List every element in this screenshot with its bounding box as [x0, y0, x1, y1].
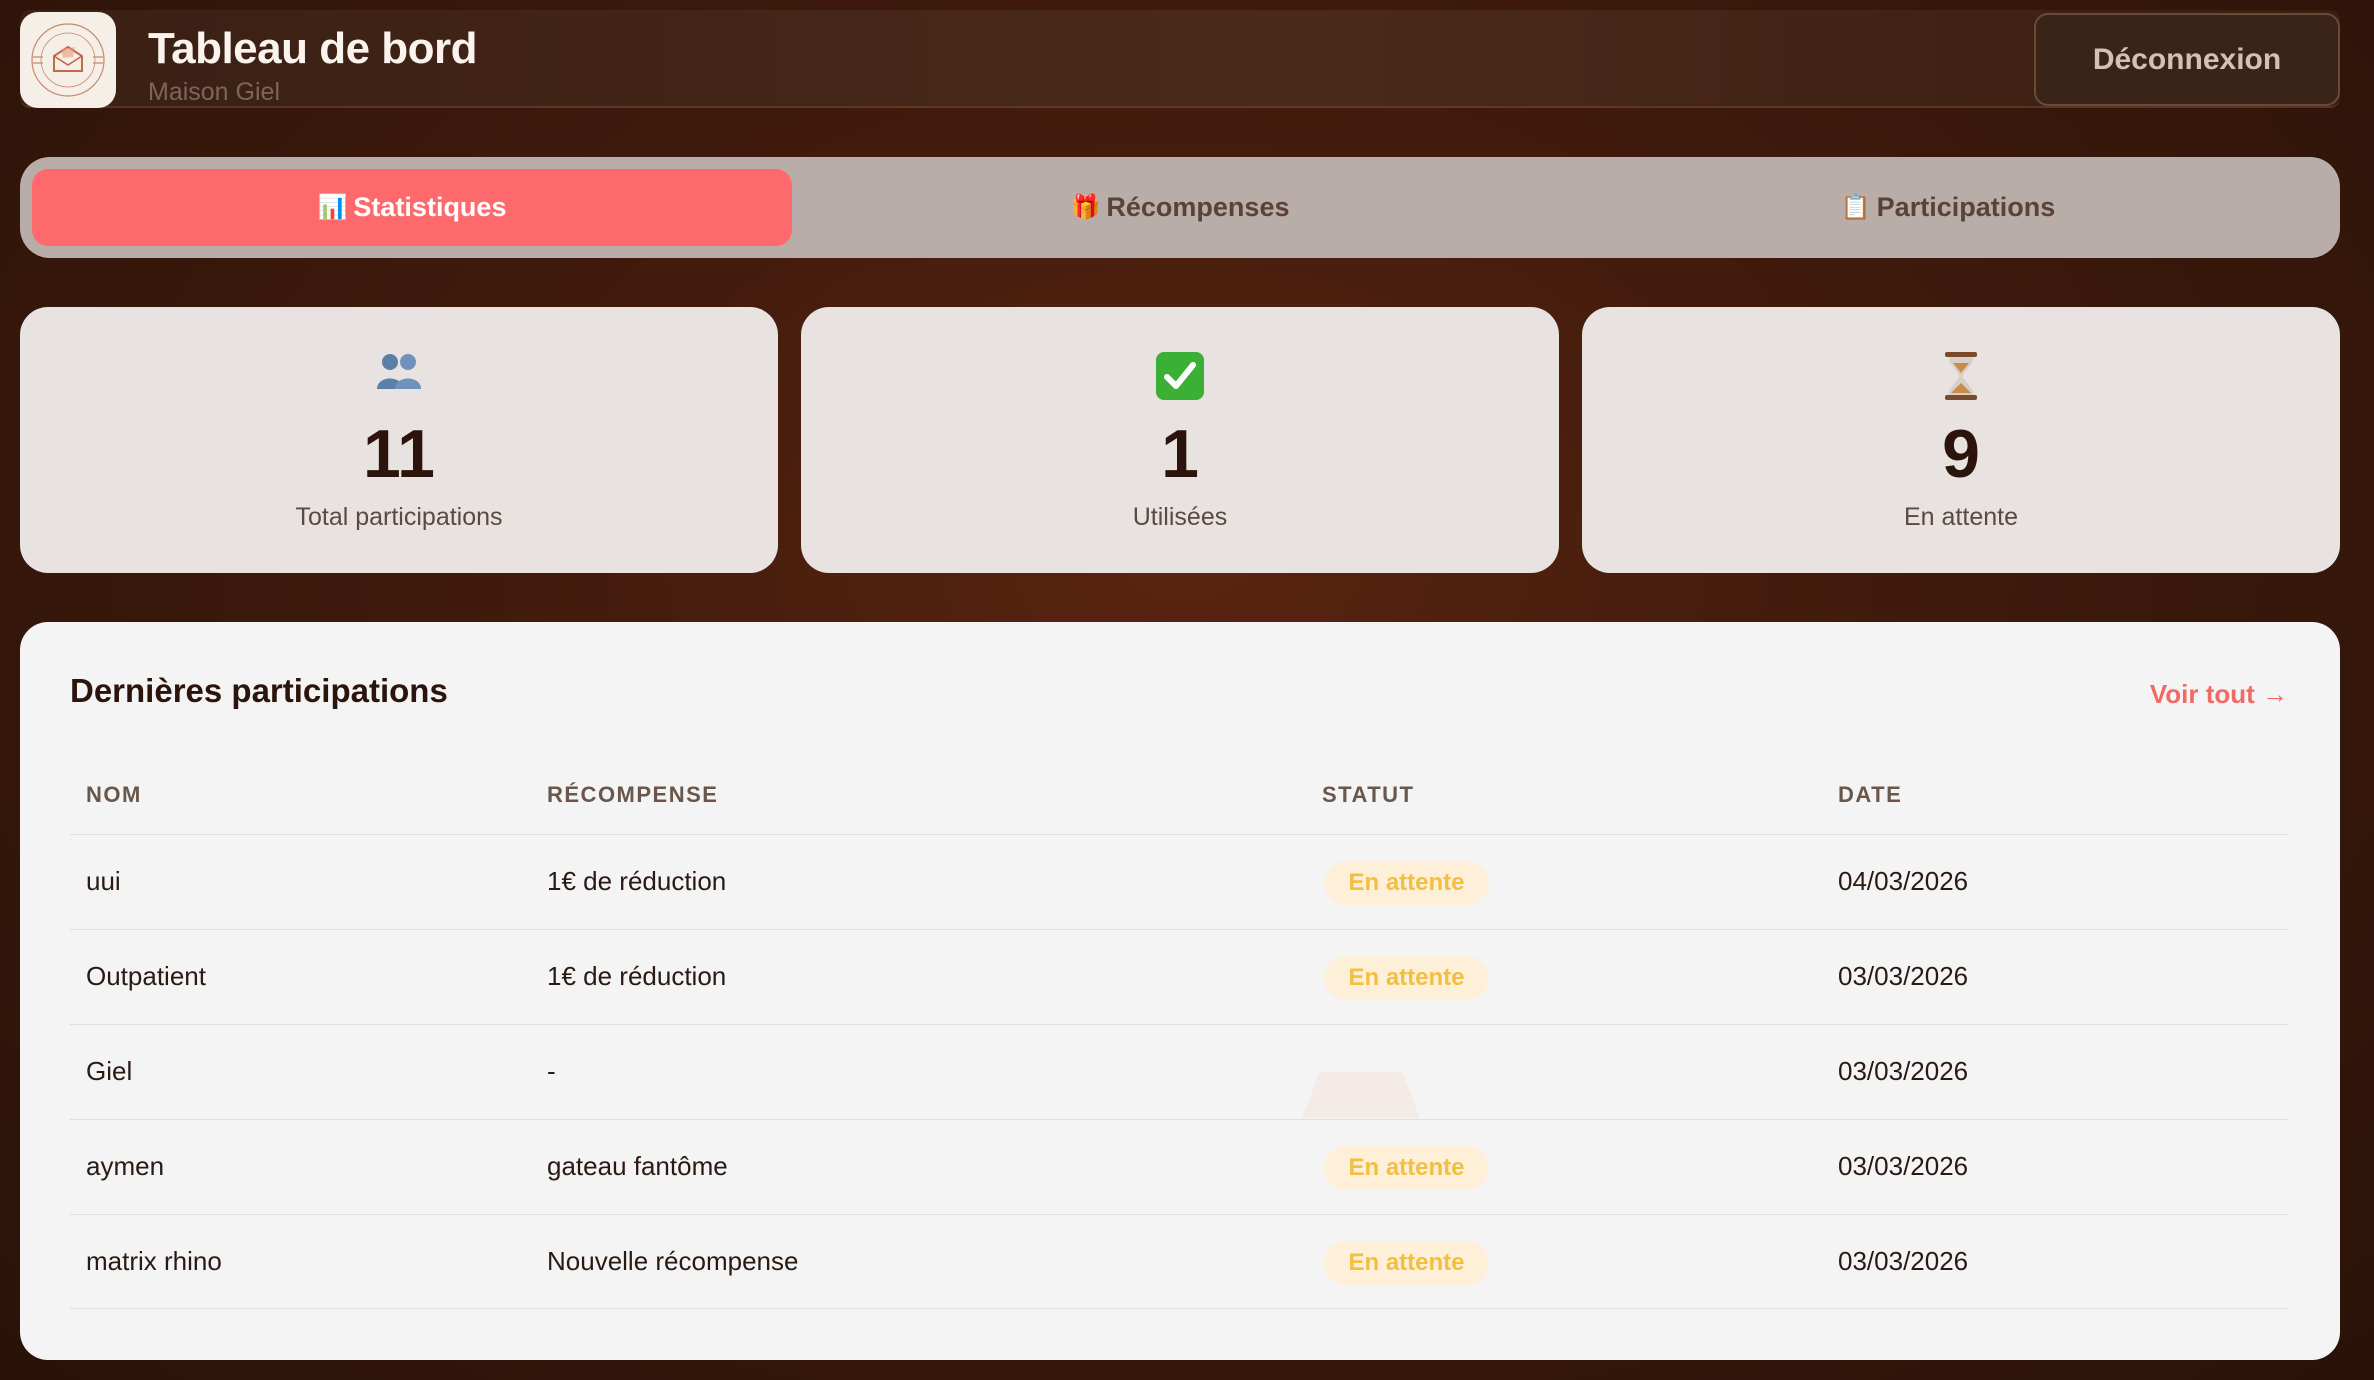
tab-recompenses[interactable]: 🎁 Récompenses [800, 169, 1560, 246]
cell-date: 03/03/2026 [1838, 1056, 1969, 1086]
status-badge: En attente [1324, 1146, 1489, 1190]
clipboard-icon: 📋 [1840, 194, 1871, 221]
tab-label: Récompenses [1106, 192, 1290, 222]
cell-name: aymen [86, 1151, 165, 1181]
cell-reward: gateau fantôme [547, 1151, 728, 1181]
tab-participations[interactable]: 📋 Participations [1568, 169, 2328, 246]
cell-name: Outpatient [86, 961, 206, 991]
tab-bar: 📊 Statistiques 🎁 Récompenses 📋 Participa… [20, 157, 2340, 258]
stat-card-used: 1 Utilisées [801, 307, 1559, 573]
tab-label: Participations [1876, 192, 2056, 222]
cell-date: 03/03/2026 [1838, 1246, 1969, 1276]
gift-icon: 🎁 [1070, 194, 1101, 221]
cell-name: Giel [86, 1056, 133, 1086]
status-badge: En attente [1324, 956, 1489, 1000]
cell-date: 03/03/2026 [1838, 1151, 1969, 1181]
column-header-name: NOM [86, 782, 142, 807]
hourglass-icon [1582, 351, 2340, 401]
cell-reward: 1€ de réduction [547, 866, 727, 896]
stat-value: 1 [1161, 416, 1199, 492]
cell-reward: 1€ de réduction [547, 961, 727, 991]
cell-reward: - [547, 1056, 556, 1086]
column-header-reward: RÉCOMPENSE [547, 782, 719, 807]
column-header-date: DATE [1838, 782, 1903, 807]
cell-date: 04/03/2026 [1838, 866, 1969, 896]
empty-status-placeholder [1302, 1072, 1420, 1118]
stat-value: 9 [1942, 416, 1980, 492]
stat-value: 11 [363, 416, 435, 492]
logout-button[interactable]: Déconnexion [2034, 13, 2340, 106]
status-badge: En attente [1324, 861, 1489, 905]
table-row: Giel - 03/03/2026 [70, 1024, 2288, 1119]
table-row: uui 1€ de réduction En attente 04/03/202… [70, 834, 2288, 929]
stat-card-pending: 9 En attente [1582, 307, 2340, 573]
table-row: matrix rhino Nouvelle récompense En atte… [70, 1214, 2288, 1309]
cell-reward: Nouvelle récompense [547, 1246, 799, 1276]
recent-participations-panel: Dernières participations Voir tout → NOM… [20, 622, 2340, 1360]
status-badge: En attente [1324, 1241, 1489, 1285]
page-title: Tableau de bord [148, 24, 478, 73]
app-header: Tableau de bord Maison Giel Déconnexion [20, 10, 2340, 108]
stat-label: Utilisées [1132, 503, 1228, 531]
stat-card-total: 11 Total participations [20, 307, 778, 573]
table-row: Outpatient 1€ de réduction En attente 03… [70, 929, 2288, 1024]
page-subtitle: Maison Giel [148, 78, 280, 106]
stat-label: Total participations [295, 503, 503, 531]
check-icon [801, 351, 1559, 401]
tab-statistiques[interactable]: 📊 Statistiques [32, 169, 792, 246]
maison-giel-logo [20, 12, 116, 108]
cell-name: uui [86, 866, 121, 896]
table-row: aymen gateau fantôme En attente 03/03/20… [70, 1119, 2288, 1214]
bar-chart-icon: 📊 [317, 194, 348, 221]
cell-name: matrix rhino [86, 1246, 222, 1276]
see-all-link[interactable]: Voir tout → [2150, 679, 2288, 710]
stat-label: En attente [1904, 503, 2018, 531]
column-header-status: STATUT [1322, 782, 1415, 807]
panel-title: Dernières participations [70, 672, 448, 709]
people-icon [20, 351, 778, 391]
tab-label: Statistiques [353, 192, 507, 222]
cell-date: 03/03/2026 [1838, 961, 1969, 991]
